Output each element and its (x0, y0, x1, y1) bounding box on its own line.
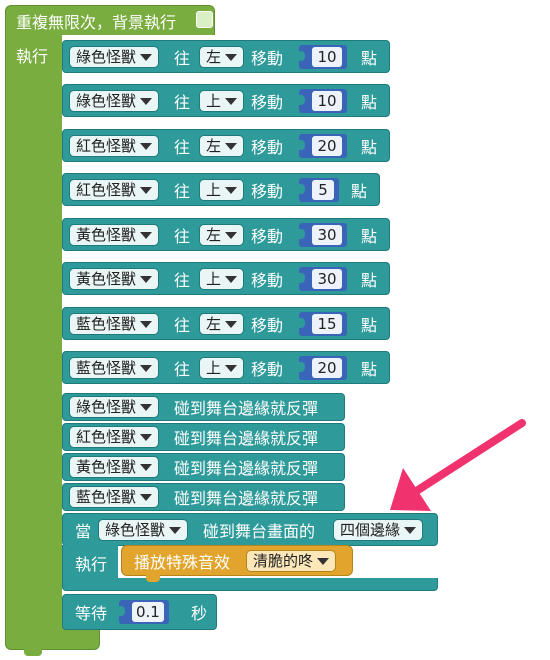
wait-block[interactable]: 等待 0.1 秒 (62, 594, 217, 630)
move-label: 移動 (251, 181, 284, 201)
direction-dropdown[interactable]: 左 (199, 223, 245, 246)
number-input[interactable]: 5 (299, 177, 339, 202)
toward-label: 往 (174, 270, 191, 290)
move-block[interactable]: 藍色怪獸 往 上 移動 20 點 (62, 351, 390, 384)
points-label: 點 (361, 137, 378, 157)
sprite-dropdown[interactable]: 黃色怪獸 (69, 267, 160, 290)
toward-label: 往 (174, 181, 191, 201)
number-input[interactable]: 10 (299, 88, 347, 113)
number-value[interactable]: 15 (312, 313, 342, 334)
sprite-dropdown[interactable]: 綠色怪獸 (69, 396, 160, 418)
points-label: 點 (351, 181, 368, 201)
toward-label: 往 (174, 137, 191, 157)
move-label: 移動 (251, 359, 284, 379)
move-block[interactable]: 黃色怪獸 往 上 移動 30 點 (62, 262, 390, 295)
when-block-footer (62, 578, 438, 591)
forever-loop-title: 重複無限次，背景執行 (16, 13, 177, 32)
points-label: 點 (361, 315, 378, 335)
number-input[interactable]: 10 (299, 44, 347, 69)
number-value[interactable]: 5 (312, 179, 334, 200)
number-input[interactable]: 15 (299, 311, 347, 336)
direction-dropdown[interactable]: 上 (199, 267, 245, 290)
move-block[interactable]: 紅色怪獸 往 上 移動 5 點 (62, 173, 380, 206)
move-label: 移動 (251, 48, 284, 68)
bounce-on-edge-block[interactable]: 藍色怪獸 碰到舞台邊緣就反彈 (62, 483, 345, 511)
toward-label: 往 (174, 359, 191, 379)
move-label: 移動 (251, 270, 284, 290)
forever-loop-exec-label: 執行 (16, 47, 49, 66)
direction-dropdown[interactable]: 上 (199, 178, 245, 201)
sprite-dropdown[interactable]: 綠色怪獸 (98, 518, 189, 541)
number-value[interactable]: 10 (312, 90, 342, 111)
wait-value[interactable]: 0.1 (132, 602, 164, 622)
when-label: 當 (75, 521, 92, 541)
move-block[interactable]: 綠色怪獸 往 上 移動 10 點 (62, 84, 390, 117)
number-value[interactable]: 30 (312, 224, 342, 245)
move-label: 移動 (251, 315, 284, 335)
toward-label: 往 (174, 92, 191, 112)
number-value[interactable]: 30 (312, 268, 342, 289)
direction-dropdown[interactable]: 上 (199, 89, 245, 112)
number-value[interactable]: 20 (312, 357, 342, 378)
move-label: 移動 (251, 137, 284, 157)
number-input[interactable]: 20 (299, 355, 347, 380)
number-input[interactable]: 0.1 (119, 600, 169, 624)
bounce-on-edge-block[interactable]: 紅色怪獸 碰到舞台邊緣就反彈 (62, 423, 345, 451)
number-input[interactable]: 30 (299, 266, 347, 291)
sound-dropdown[interactable]: 清脆的咚 (246, 549, 337, 572)
toward-label: 往 (174, 315, 191, 335)
direction-dropdown[interactable]: 上 (199, 356, 245, 379)
move-block[interactable]: 紅色怪獸 往 左 移動 20 點 (62, 129, 390, 162)
direction-dropdown[interactable]: 左 (199, 134, 245, 157)
background-checkbox[interactable] (196, 11, 213, 28)
toward-label: 往 (174, 226, 191, 246)
move-label: 移動 (251, 226, 284, 246)
sprite-dropdown[interactable]: 藍色怪獸 (69, 356, 160, 379)
toward-label: 往 (174, 48, 191, 68)
bounce-label: 碰到舞台邊緣就反彈 (174, 429, 319, 448)
bounce-on-edge-block[interactable]: 黃色怪獸 碰到舞台邊緣就反彈 (62, 453, 345, 481)
when-exec-label: 執行 (75, 555, 108, 574)
sprite-dropdown[interactable]: 藍色怪獸 (69, 486, 160, 508)
sprite-dropdown[interactable]: 綠色怪獸 (69, 45, 160, 68)
forever-loop-body (5, 34, 62, 624)
bounce-label: 碰到舞台邊緣就反彈 (174, 399, 319, 418)
points-label: 點 (361, 48, 378, 68)
bounce-label: 碰到舞台邊緣就反彈 (174, 459, 319, 478)
number-value[interactable]: 20 (312, 135, 342, 156)
direction-dropdown[interactable]: 左 (199, 45, 245, 68)
sprite-dropdown[interactable]: 黃色怪獸 (69, 223, 160, 246)
wait-label: 等待 (75, 604, 108, 623)
move-label: 移動 (251, 92, 284, 112)
play-sound-block-connector (146, 575, 160, 582)
move-block[interactable]: 黃色怪獸 往 左 移動 30 點 (62, 218, 390, 251)
sprite-dropdown[interactable]: 藍色怪獸 (69, 312, 160, 335)
seconds-label: 秒 (191, 604, 208, 623)
number-value[interactable]: 10 (312, 46, 342, 67)
direction-dropdown[interactable]: 左 (199, 312, 245, 335)
bounce-on-edge-block[interactable]: 綠色怪獸 碰到舞台邊緣就反彈 (62, 393, 345, 421)
sprite-dropdown[interactable]: 紅色怪獸 (69, 178, 160, 201)
touch-stage-label: 碰到舞台畫面的 (203, 521, 316, 541)
sprite-dropdown[interactable]: 紅色怪獸 (69, 134, 160, 157)
move-block[interactable]: 綠色怪獸 往 左 移動 10 點 (62, 40, 390, 73)
play-sound-block[interactable]: 播放特殊音效 清脆的咚 (121, 545, 353, 576)
bounce-label: 碰到舞台邊緣就反彈 (174, 489, 319, 508)
number-input[interactable]: 30 (299, 222, 347, 247)
edges-dropdown[interactable]: 四個邊緣 (333, 518, 424, 541)
when-touch-stage-block[interactable]: 當 綠色怪獸 碰到舞台畫面的 四個邊緣 (62, 513, 438, 546)
points-label: 點 (361, 359, 378, 379)
move-block[interactable]: 藍色怪獸 往 左 移動 15 點 (62, 307, 390, 340)
points-label: 點 (361, 92, 378, 112)
sprite-dropdown[interactable]: 紅色怪獸 (69, 426, 160, 448)
sprite-dropdown[interactable]: 黃色怪獸 (69, 456, 160, 478)
sprite-dropdown[interactable]: 綠色怪獸 (69, 89, 160, 112)
number-input[interactable]: 20 (299, 133, 347, 158)
points-label: 點 (361, 226, 378, 246)
points-label: 點 (361, 270, 378, 290)
play-sound-label: 播放特殊音效 (134, 552, 231, 572)
